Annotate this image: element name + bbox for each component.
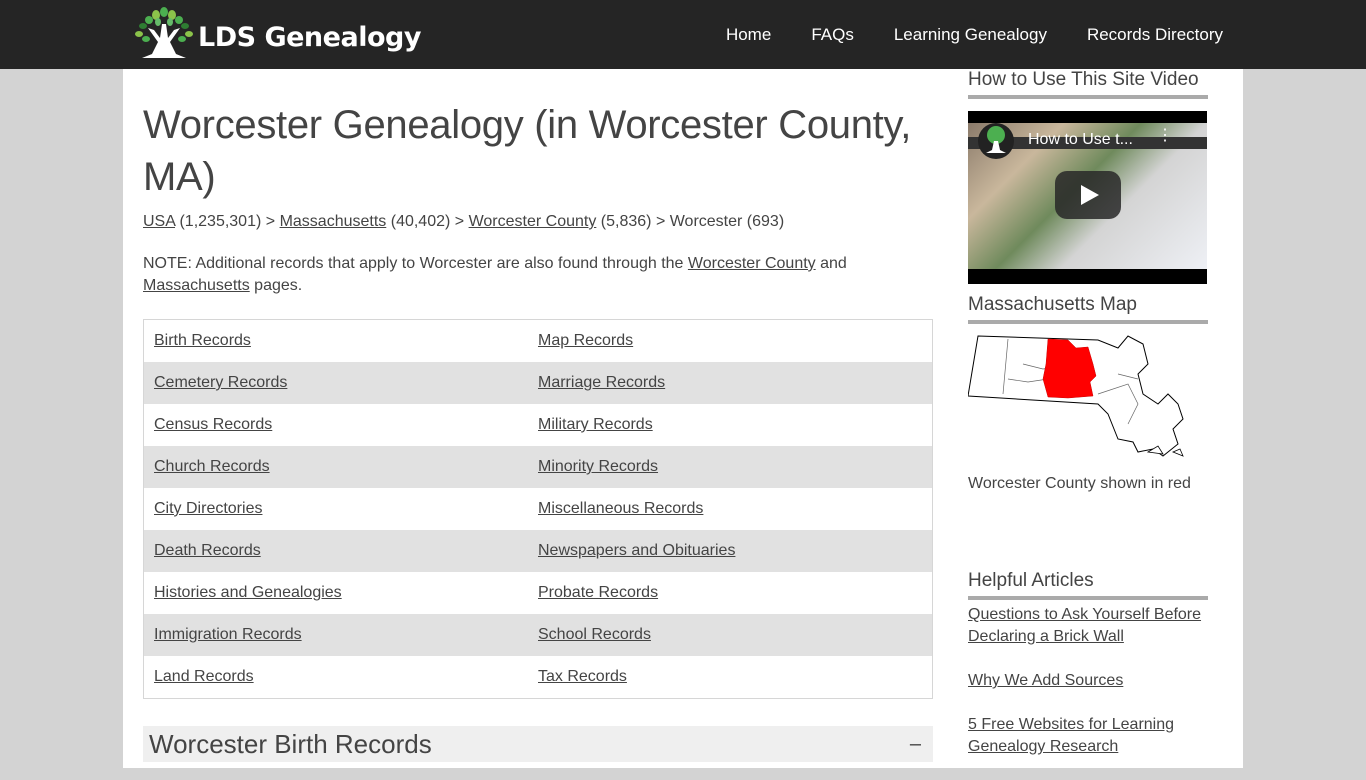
record-type-link[interactable]: Map Records bbox=[538, 332, 633, 349]
record-type-link[interactable]: City Directories bbox=[154, 500, 262, 517]
table-row: Immigration Records School Records bbox=[144, 614, 932, 656]
map-heading: Massachusetts Map bbox=[968, 294, 1208, 324]
article-link[interactable]: 5 Free Websites for Learning Genealogy R… bbox=[968, 714, 1208, 758]
nav-faqs[interactable]: FAQs bbox=[811, 25, 854, 45]
nav-home[interactable]: Home bbox=[726, 25, 771, 45]
breadcrumb: USA (1,235,301) > Massachusetts (40,402)… bbox=[143, 213, 933, 231]
sidebar: How to Use This Site Video How to Use t.… bbox=[967, 69, 1208, 780]
table-cell: Cemetery Records bbox=[144, 374, 528, 392]
breadcrumb-count: (693) bbox=[746, 213, 785, 230]
table-row: Land Records Tax Records bbox=[144, 656, 932, 698]
video-player[interactable]: How to Use t... ⋮ bbox=[968, 111, 1207, 284]
table-cell: Miscellaneous Records bbox=[528, 500, 932, 518]
breadcrumb-separator: > bbox=[454, 213, 465, 230]
record-type-link[interactable]: Immigration Records bbox=[154, 626, 302, 643]
record-type-link[interactable]: Tax Records bbox=[538, 668, 627, 685]
table-row: Cemetery Records Marriage Records bbox=[144, 362, 932, 404]
table-cell: Map Records bbox=[528, 332, 932, 350]
record-type-link[interactable]: Military Records bbox=[538, 416, 653, 433]
note-text: and bbox=[820, 255, 847, 272]
record-type-link[interactable]: Marriage Records bbox=[538, 374, 665, 391]
table-cell: Minority Records bbox=[528, 458, 932, 476]
breadcrumb-count: (1,235,301) bbox=[179, 213, 262, 230]
breadcrumb-usa[interactable]: USA bbox=[143, 213, 175, 230]
record-type-link[interactable]: Miscellaneous Records bbox=[538, 500, 703, 517]
note-text: NOTE: Additional records that apply to W… bbox=[143, 255, 684, 272]
channel-logo-icon bbox=[978, 123, 1014, 159]
record-type-link[interactable]: Death Records bbox=[154, 542, 261, 559]
tree-logo-icon bbox=[135, 7, 193, 58]
site-logo[interactable]: LDS Genealogy bbox=[132, 6, 421, 62]
birth-records-section-header[interactable]: Worcester Birth Records – bbox=[143, 726, 933, 762]
nav-records-directory[interactable]: Records Directory bbox=[1087, 25, 1223, 45]
table-cell: Histories and Genealogies bbox=[144, 584, 528, 602]
logo-text: LDS Genealogy bbox=[198, 21, 421, 53]
table-cell: City Directories bbox=[144, 500, 528, 518]
article-link[interactable]: Why We Add Sources bbox=[968, 670, 1208, 692]
more-options-icon[interactable]: ⋮ bbox=[1157, 128, 1173, 144]
article-link[interactable]: Questions to Ask Yourself Before Declari… bbox=[968, 604, 1208, 648]
record-type-link[interactable]: Newspapers and Obituaries bbox=[538, 542, 735, 559]
page-content: Worcester Genealogy (in Worcester County… bbox=[123, 69, 1243, 768]
articles-heading: Helpful Articles bbox=[968, 570, 1208, 600]
table-row: Histories and Genealogies Probate Records bbox=[144, 572, 932, 614]
record-type-link[interactable]: Probate Records bbox=[538, 584, 658, 601]
breadcrumb-worcester-county[interactable]: Worcester County bbox=[469, 213, 597, 230]
main-nav: Home FAQs Learning Genealogy Records Dir… bbox=[686, 0, 1223, 69]
table-cell: Census Records bbox=[144, 416, 528, 434]
record-type-link[interactable]: Minority Records bbox=[538, 458, 658, 475]
table-cell: Death Records bbox=[144, 542, 528, 560]
table-cell: Birth Records bbox=[144, 332, 528, 350]
record-type-link[interactable]: Census Records bbox=[154, 416, 272, 433]
table-cell: Land Records bbox=[144, 668, 528, 686]
map-caption: Worcester County shown in red bbox=[968, 475, 1191, 492]
table-row: Church Records Minority Records bbox=[144, 446, 932, 488]
breadcrumb-count: (40,402) bbox=[390, 213, 451, 230]
table-cell: Probate Records bbox=[528, 584, 932, 602]
nav-learning-genealogy[interactable]: Learning Genealogy bbox=[894, 25, 1047, 45]
video-heading: How to Use This Site Video bbox=[968, 69, 1208, 99]
record-type-link[interactable]: Church Records bbox=[154, 458, 270, 475]
table-cell: Immigration Records bbox=[144, 626, 528, 644]
table-cell: Tax Records bbox=[528, 668, 932, 686]
note-link-massachusetts[interactable]: Massachusetts bbox=[143, 277, 250, 294]
page-title: Worcester Genealogy (in Worcester County… bbox=[143, 103, 912, 199]
worcester-county-highlight bbox=[1042, 338, 1097, 399]
breadcrumb-separator: > bbox=[655, 213, 666, 230]
massachusetts-map bbox=[967, 335, 1184, 457]
table-cell: Marriage Records bbox=[528, 374, 932, 392]
table-row: City Directories Miscellaneous Records bbox=[144, 488, 932, 530]
section-title: Worcester Birth Records bbox=[149, 728, 432, 759]
table-row: Birth Records Map Records bbox=[144, 320, 932, 362]
play-button-icon[interactable] bbox=[1055, 171, 1121, 219]
note-text: pages. bbox=[254, 277, 303, 294]
table-cell: Newspapers and Obituaries bbox=[528, 542, 932, 560]
record-type-link[interactable]: Birth Records bbox=[154, 332, 251, 349]
breadcrumb-separator: > bbox=[265, 213, 276, 230]
record-type-link[interactable]: Histories and Genealogies bbox=[154, 584, 342, 601]
note-link-worcester-county[interactable]: Worcester County bbox=[688, 255, 816, 272]
breadcrumb-current: Worcester bbox=[669, 213, 743, 230]
table-row: Death Records Newspapers and Obituaries bbox=[144, 530, 932, 572]
record-type-link[interactable]: Cemetery Records bbox=[154, 374, 287, 391]
video-title: How to Use t... bbox=[1028, 131, 1133, 148]
site-header: LDS Genealogy Home FAQs Learning Genealo… bbox=[0, 0, 1366, 69]
table-cell: Military Records bbox=[528, 416, 932, 434]
table-cell: Church Records bbox=[144, 458, 528, 476]
articles-list: Questions to Ask Yourself Before Declari… bbox=[968, 604, 1208, 758]
table-row: Census Records Military Records bbox=[144, 404, 932, 446]
record-types-table: Birth Records Map Records Cemetery Records… bbox=[143, 319, 933, 699]
main-column: Worcester Genealogy (in Worcester County… bbox=[143, 69, 933, 762]
breadcrumb-count: (5,836) bbox=[600, 213, 652, 230]
records-note: NOTE: Additional records that apply to W… bbox=[143, 253, 933, 297]
table-cell: School Records bbox=[528, 626, 932, 644]
breadcrumb-massachusetts[interactable]: Massachusetts bbox=[280, 213, 387, 230]
collapse-icon[interactable]: – bbox=[910, 733, 927, 756]
record-type-link[interactable]: Land Records bbox=[154, 668, 254, 685]
record-type-link[interactable]: School Records bbox=[538, 626, 651, 643]
